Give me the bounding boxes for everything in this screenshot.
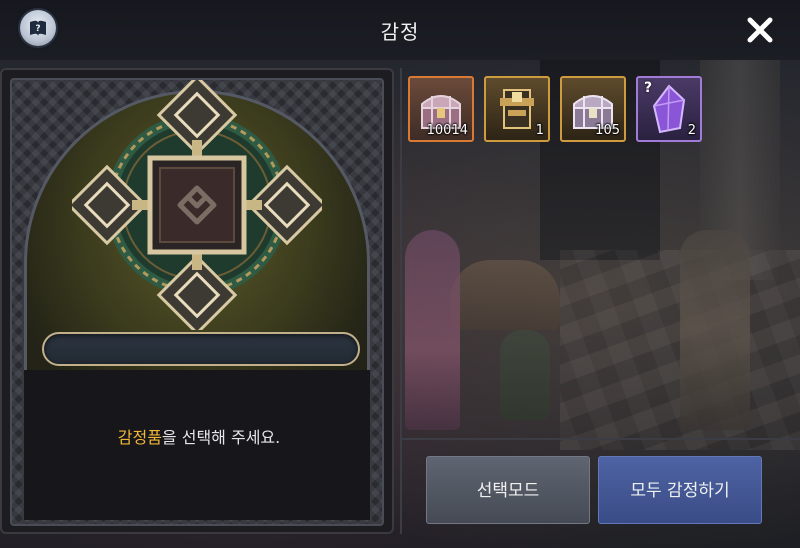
window-header: ? 감정 <box>0 0 800 60</box>
panel-divider-vertical <box>400 68 402 534</box>
inventory-item-golden-armor-chest[interactable]: 1 <box>484 76 550 142</box>
inventory-item-silver-chest[interactable]: 105 <box>560 76 626 142</box>
close-button[interactable] <box>742 12 778 48</box>
unidentified-mark: ? <box>644 80 653 96</box>
inventory-item-ornate-chest[interactable]: 10014 <box>408 76 474 142</box>
appraise-all-button[interactable]: 모두 감정하기 <box>598 456 762 524</box>
item-quantity: 105 <box>595 123 620 138</box>
select-item-prompt: 감정품을 선택해 주세요. <box>2 424 392 448</box>
item-quantity: 1 <box>535 123 544 138</box>
item-quantity: 10014 <box>426 123 468 138</box>
item-quantity: 2 <box>687 123 696 138</box>
item-selection-panel: 10014 1 105 ? 2 선택모드 모두 감정하기 <box>400 68 800 534</box>
panel-divider-horizontal <box>400 438 800 440</box>
appraisal-progress-bar <box>42 332 360 366</box>
select-mode-button[interactable]: 선택모드 <box>426 456 590 524</box>
appraisal-panel: 감정품을 선택해 주세요. <box>0 68 394 534</box>
appraisal-emblem <box>66 74 328 336</box>
prompt-highlight: 감정품 <box>117 428 162 447</box>
window-title: 감정 <box>380 20 420 44</box>
inventory-item-purple-crystal[interactable]: ? 2 <box>636 76 702 142</box>
close-icon <box>747 17 773 43</box>
prompt-text: 을 선택해 주세요. <box>161 428 281 447</box>
